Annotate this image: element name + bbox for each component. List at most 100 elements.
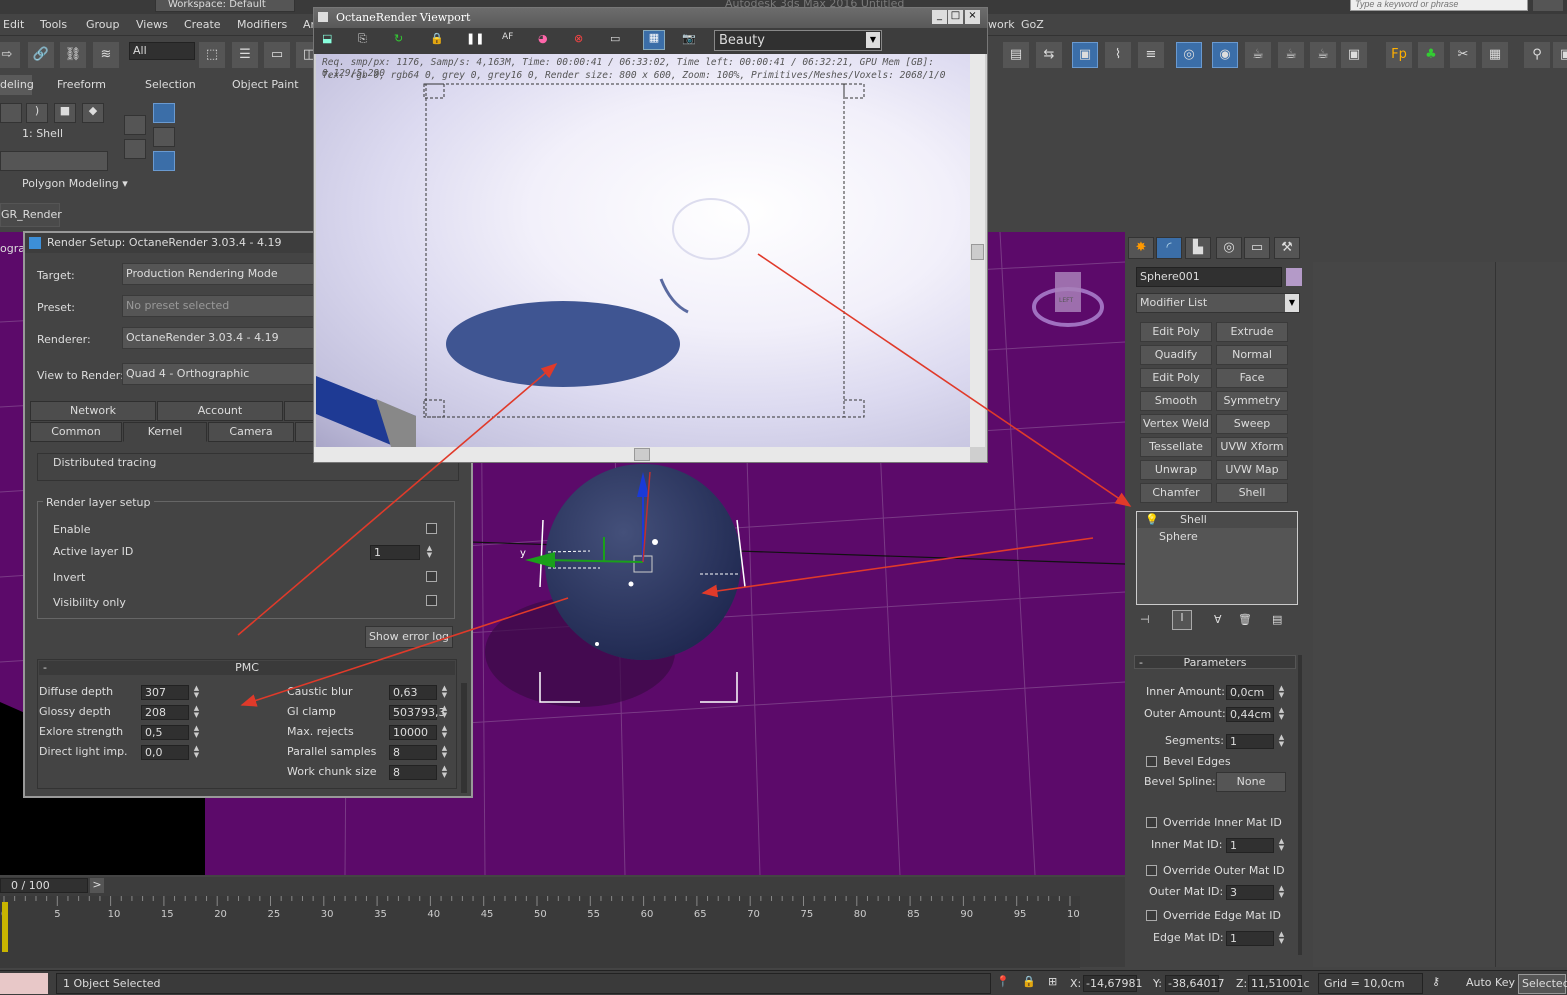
preset-dropdown[interactable]: No preset selected (122, 295, 322, 317)
pmc-right-input[interactable]: 8 (389, 745, 437, 760)
object-name-field[interactable]: Sphere001 (1136, 267, 1282, 287)
pmc-right-input[interactable]: 10000 (389, 725, 437, 740)
layer-explorer-icon[interactable]: ▣ (1072, 42, 1098, 68)
render-setup-icon[interactable]: ☕ (1245, 42, 1271, 68)
link-icon[interactable]: 🔗 (28, 42, 54, 68)
outer-amount-input[interactable]: 0,44cm (1226, 707, 1274, 722)
outer-mat-input[interactable]: 3 (1226, 885, 1274, 900)
tab-account[interactable]: Account (157, 401, 283, 421)
schematic-view-icon[interactable]: ◎ (1176, 42, 1202, 68)
undo-icon[interactable]: ⇨ (0, 42, 20, 68)
auto-key-button[interactable]: Auto Key (1466, 974, 1516, 994)
ribbon-tool-a[interactable] (124, 115, 146, 135)
forest-icon[interactable]: ♣ (1418, 42, 1444, 68)
menu-modifiers[interactable]: Modifiers (237, 18, 287, 31)
search-button[interactable] (1533, 0, 1563, 11)
create-tab-icon[interactable]: ✸ (1128, 237, 1154, 259)
polygon-modeling-label[interactable]: Polygon Modeling ▾ (22, 177, 128, 190)
modifier-button[interactable]: Symmetry (1216, 391, 1288, 411)
curve-editor-icon[interactable]: ≡ (1138, 42, 1164, 68)
render-iterative-icon[interactable]: ▣ (1341, 42, 1367, 68)
bind-spacewarp-icon[interactable]: ≋ (93, 42, 119, 68)
tab-selection[interactable]: Selection (145, 78, 196, 91)
unlink-icon[interactable]: ⛓ (60, 42, 86, 68)
time-cursor[interactable] (2, 902, 8, 952)
inner-amount-input[interactable]: 0,0cm (1226, 685, 1274, 700)
modifier-button[interactable]: Sweep (1216, 414, 1288, 434)
time-slider[interactable]: 0 / 100 (0, 878, 88, 893)
show-end-result-icon[interactable]: I (1172, 610, 1192, 630)
inner-amount-spinner[interactable]: ▲ ▼ (1277, 685, 1286, 700)
vertex-icon[interactable] (0, 103, 22, 123)
close-button[interactable]: × (965, 10, 980, 24)
configure-sets-icon[interactable]: ▤ (1272, 613, 1282, 626)
border-icon[interactable]: ■ (54, 103, 76, 123)
z-coordinate-field[interactable]: 11,51001c (1248, 975, 1310, 992)
pmc-left-input[interactable]: 0,0 (141, 745, 189, 760)
select-by-name-icon[interactable]: ☰ (232, 42, 258, 68)
target-icon[interactable]: ⊗ (574, 32, 583, 45)
pmc-right-spinner[interactable]: ▲ ▼ (440, 725, 449, 740)
override-edge-checkbox[interactable] (1146, 910, 1157, 921)
viewport-label[interactable]: ogra (0, 242, 25, 255)
pin-stack-icon[interactable]: ⊣ (1140, 613, 1150, 626)
octane-vertical-scrollbar[interactable] (970, 54, 985, 447)
ribbon-tool-b[interactable] (153, 103, 175, 123)
kernel-type[interactable]: Distributed tracing (53, 456, 156, 469)
af-icon[interactable]: AF (502, 32, 513, 42)
invert-checkbox[interactable] (426, 571, 437, 582)
inner-mat-input[interactable]: 1 (1226, 838, 1274, 853)
y-coordinate-field[interactable]: -38,64017 (1165, 975, 1224, 992)
active-layer-id-spinner[interactable]: ▲ ▼ (425, 545, 434, 560)
restart-icon[interactable]: ↻ (394, 32, 403, 45)
enable-checkbox[interactable] (426, 523, 437, 534)
ribbon-tool-d[interactable] (124, 139, 146, 159)
show-error-log-button[interactable]: Show error log (365, 626, 453, 648)
pmc-left-spinner[interactable]: ▲ ▼ (192, 725, 201, 740)
modifier-button[interactable]: Smooth (1140, 391, 1212, 411)
display-tab-icon[interactable]: ▭ (1244, 237, 1270, 259)
octane-render-image[interactable]: Req. smp/px: 1176, Samp/s: 4,163M, Time:… (316, 54, 970, 447)
pause-icon[interactable]: ❚❚ (466, 32, 484, 45)
pmc-left-spinner[interactable]: ▲ ▼ (192, 705, 201, 720)
override-inner-checkbox[interactable] (1146, 817, 1157, 828)
stack-item-sphere[interactable]: Sphere (1137, 529, 1297, 545)
selected-dropdown[interactable]: Selected (1518, 974, 1567, 994)
pmc-right-spinner[interactable]: ▲ ▼ (440, 765, 449, 780)
named-selection-icon[interactable]: ▤ (1003, 42, 1029, 68)
make-unique-icon[interactable]: ∀ (1214, 613, 1222, 626)
render-tab[interactable]: GR_Render (0, 203, 62, 227)
modifier-button[interactable]: Chamfer (1140, 483, 1212, 503)
render-setup-scrollbar[interactable] (461, 683, 467, 793)
selection-lock-icon[interactable]: 🔒 (1022, 975, 1036, 988)
region-icon[interactable]: ▭ (610, 32, 620, 45)
pmc-right-input[interactable]: 503793,3 (389, 705, 446, 720)
film-icon[interactable]: ▦ (643, 30, 665, 50)
pass-dropdown[interactable]: Beauty (714, 30, 882, 51)
pmc-left-input[interactable]: 0,5 (141, 725, 189, 740)
edge-mat-input[interactable]: 1 (1226, 931, 1274, 946)
object-color-swatch[interactable] (1286, 268, 1302, 286)
maximize-button[interactable]: □ (948, 10, 963, 24)
modifier-button[interactable]: Quadify Mesh (1140, 345, 1212, 379)
bevel-edges-checkbox[interactable] (1146, 756, 1157, 767)
tab-modeling[interactable]: deling (0, 75, 34, 95)
absolute-mode-icon[interactable]: ⊞ (1048, 975, 1057, 988)
scene-icon[interactable]: ⚲ (1524, 42, 1550, 68)
target-dropdown[interactable]: Production Rendering Mode (122, 263, 322, 285)
modify-tab-icon[interactable]: ◜ (1156, 237, 1182, 259)
key-icon[interactable]: ⚷ (1432, 975, 1440, 988)
pmc-left-spinner[interactable]: ▲ ▼ (192, 685, 201, 700)
pmc-left-input[interactable]: 208 (141, 705, 189, 720)
hierarchy-tab-icon[interactable]: ▙ (1185, 237, 1211, 259)
tools-icon[interactable]: ✂ (1450, 42, 1476, 68)
menu-views[interactable]: Views (136, 18, 168, 31)
command-panel-scrollbar[interactable] (1298, 655, 1302, 955)
menu-goz[interactable]: GoZ (1021, 18, 1044, 31)
save-image-icon[interactable]: ⬓ (322, 32, 332, 45)
search-input[interactable] (1350, 0, 1528, 11)
graphite-icon[interactable]: ⌇ (1105, 42, 1131, 68)
isolate-icon[interactable]: 📍 (996, 975, 1010, 988)
menu-network[interactable]: work (988, 18, 1015, 31)
motion-tab-icon[interactable]: ◎ (1216, 237, 1242, 259)
